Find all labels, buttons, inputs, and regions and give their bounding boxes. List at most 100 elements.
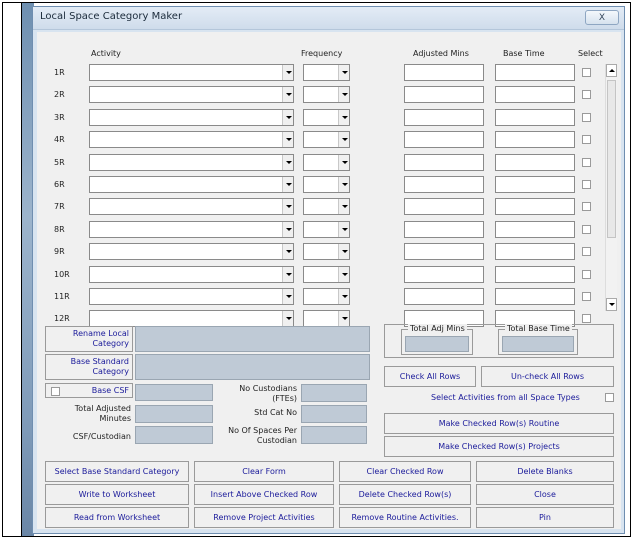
dropdown-arrow-icon[interactable] bbox=[338, 87, 349, 102]
adjusted-mins-input[interactable] bbox=[404, 176, 484, 193]
activity-combobox[interactable] bbox=[89, 266, 294, 283]
select-base-standard-category-button[interactable]: Select Base Standard Category bbox=[45, 461, 189, 482]
dropdown-arrow-icon[interactable] bbox=[282, 177, 293, 192]
check-all-rows-button[interactable]: Check All Rows bbox=[384, 366, 476, 387]
activity-combobox[interactable] bbox=[89, 64, 294, 81]
close-window-button[interactable]: X bbox=[585, 10, 619, 25]
dropdown-arrow-icon[interactable] bbox=[282, 222, 293, 237]
activity-combobox[interactable] bbox=[89, 198, 294, 215]
dropdown-arrow-icon[interactable] bbox=[338, 289, 349, 304]
pin-button[interactable]: Pin bbox=[476, 507, 614, 528]
frequency-combobox[interactable] bbox=[303, 109, 350, 126]
select-row-checkbox[interactable] bbox=[582, 247, 591, 256]
dropdown-arrow-icon[interactable] bbox=[282, 110, 293, 125]
insert-above-checked-row-button[interactable]: Insert Above Checked Row bbox=[194, 484, 334, 505]
activity-combobox[interactable] bbox=[89, 243, 294, 260]
base-time-input[interactable] bbox=[495, 221, 575, 238]
adjusted-mins-input[interactable] bbox=[404, 198, 484, 215]
make-checked-routine-button[interactable]: Make Checked Row(s) Routine bbox=[384, 413, 614, 434]
base-csf-checkbox[interactable] bbox=[51, 387, 60, 396]
select-row-checkbox[interactable] bbox=[582, 135, 591, 144]
activity-combobox[interactable] bbox=[89, 86, 294, 103]
frequency-combobox[interactable] bbox=[303, 86, 350, 103]
dropdown-arrow-icon[interactable] bbox=[338, 155, 349, 170]
base-time-input[interactable] bbox=[495, 109, 575, 126]
adjusted-mins-input[interactable] bbox=[404, 221, 484, 238]
select-row-checkbox[interactable] bbox=[582, 270, 591, 279]
select-row-checkbox[interactable] bbox=[582, 180, 591, 189]
activity-combobox[interactable] bbox=[89, 176, 294, 193]
scroll-thumb[interactable] bbox=[607, 80, 616, 238]
dropdown-arrow-icon[interactable] bbox=[282, 199, 293, 214]
base-time-input[interactable] bbox=[495, 154, 575, 171]
adjusted-mins-input[interactable] bbox=[404, 266, 484, 283]
dropdown-arrow-icon[interactable] bbox=[282, 132, 293, 147]
frequency-combobox[interactable] bbox=[303, 176, 350, 193]
dropdown-arrow-icon[interactable] bbox=[282, 65, 293, 80]
dropdown-arrow-icon[interactable] bbox=[338, 65, 349, 80]
scroll-up-arrow-icon[interactable] bbox=[606, 64, 617, 77]
base-time-input[interactable] bbox=[495, 266, 575, 283]
select-row-checkbox[interactable] bbox=[582, 90, 591, 99]
select-row-checkbox[interactable] bbox=[582, 158, 591, 167]
activity-combobox[interactable] bbox=[89, 154, 294, 171]
base-time-input[interactable] bbox=[495, 243, 575, 260]
base-time-input[interactable] bbox=[495, 288, 575, 305]
adjusted-mins-input[interactable] bbox=[404, 109, 484, 126]
dropdown-arrow-icon[interactable] bbox=[338, 244, 349, 259]
read-from-worksheet-button[interactable]: Read from Worksheet bbox=[45, 507, 189, 528]
dropdown-arrow-icon[interactable] bbox=[338, 199, 349, 214]
dropdown-arrow-icon[interactable] bbox=[282, 87, 293, 102]
dropdown-arrow-icon[interactable] bbox=[282, 289, 293, 304]
remove-project-activities-button[interactable]: Remove Project Activities bbox=[194, 507, 334, 528]
adjusted-mins-input[interactable] bbox=[404, 131, 484, 148]
frequency-combobox[interactable] bbox=[303, 243, 350, 260]
select-row-checkbox[interactable] bbox=[582, 113, 591, 122]
select-row-checkbox[interactable] bbox=[582, 68, 591, 77]
dropdown-arrow-icon[interactable] bbox=[338, 222, 349, 237]
remove-routine-activities-button[interactable]: Remove Routine Activities. bbox=[339, 507, 471, 528]
rename-local-category-field[interactable] bbox=[135, 326, 370, 352]
adjusted-mins-input[interactable] bbox=[404, 288, 484, 305]
dropdown-arrow-icon[interactable] bbox=[282, 267, 293, 282]
activity-combobox[interactable] bbox=[89, 221, 294, 238]
clear-form-button[interactable]: Clear Form bbox=[194, 461, 334, 482]
select-row-checkbox[interactable] bbox=[582, 202, 591, 211]
activity-combobox[interactable] bbox=[89, 109, 294, 126]
close-icon[interactable]: X bbox=[599, 13, 605, 23]
activity-combobox[interactable] bbox=[89, 310, 294, 327]
adjusted-mins-input[interactable] bbox=[404, 154, 484, 171]
frequency-combobox[interactable] bbox=[303, 221, 350, 238]
dropdown-arrow-icon[interactable] bbox=[282, 244, 293, 259]
delete-checked-rows-button[interactable]: Delete Checked Row(s) bbox=[339, 484, 471, 505]
adjusted-mins-input[interactable] bbox=[404, 64, 484, 81]
dropdown-arrow-icon[interactable] bbox=[338, 177, 349, 192]
base-csf-toggle[interactable]: Base CSF bbox=[45, 383, 133, 398]
uncheck-all-rows-button[interactable]: Un-check All Rows bbox=[481, 366, 614, 387]
base-time-input[interactable] bbox=[495, 176, 575, 193]
base-time-input[interactable] bbox=[495, 64, 575, 81]
select-all-space-types-checkbox[interactable] bbox=[605, 393, 614, 402]
base-time-input[interactable] bbox=[495, 198, 575, 215]
frequency-combobox[interactable] bbox=[303, 266, 350, 283]
rename-local-category-button[interactable]: Rename Local Category bbox=[45, 326, 133, 352]
adjusted-mins-input[interactable] bbox=[404, 86, 484, 103]
frequency-combobox[interactable] bbox=[303, 64, 350, 81]
activity-combobox[interactable] bbox=[89, 131, 294, 148]
delete-blanks-button[interactable]: Delete Blanks bbox=[476, 461, 614, 482]
select-row-checkbox[interactable] bbox=[582, 225, 591, 234]
dropdown-arrow-icon[interactable] bbox=[338, 267, 349, 282]
clear-checked-row-button[interactable]: Clear Checked Row bbox=[339, 461, 471, 482]
dropdown-arrow-icon[interactable] bbox=[338, 311, 349, 326]
dropdown-arrow-icon[interactable] bbox=[282, 155, 293, 170]
frequency-combobox[interactable] bbox=[303, 154, 350, 171]
select-row-checkbox[interactable] bbox=[582, 292, 591, 301]
scroll-down-arrow-icon[interactable] bbox=[606, 298, 617, 311]
dropdown-arrow-icon[interactable] bbox=[338, 132, 349, 147]
make-checked-projects-button[interactable]: Make Checked Row(s) Projects bbox=[384, 436, 614, 457]
base-standard-category-button[interactable]: Base Standard Category bbox=[45, 354, 133, 380]
frequency-combobox[interactable] bbox=[303, 310, 350, 327]
base-time-input[interactable] bbox=[495, 86, 575, 103]
base-time-input[interactable] bbox=[495, 131, 575, 148]
frequency-combobox[interactable] bbox=[303, 131, 350, 148]
